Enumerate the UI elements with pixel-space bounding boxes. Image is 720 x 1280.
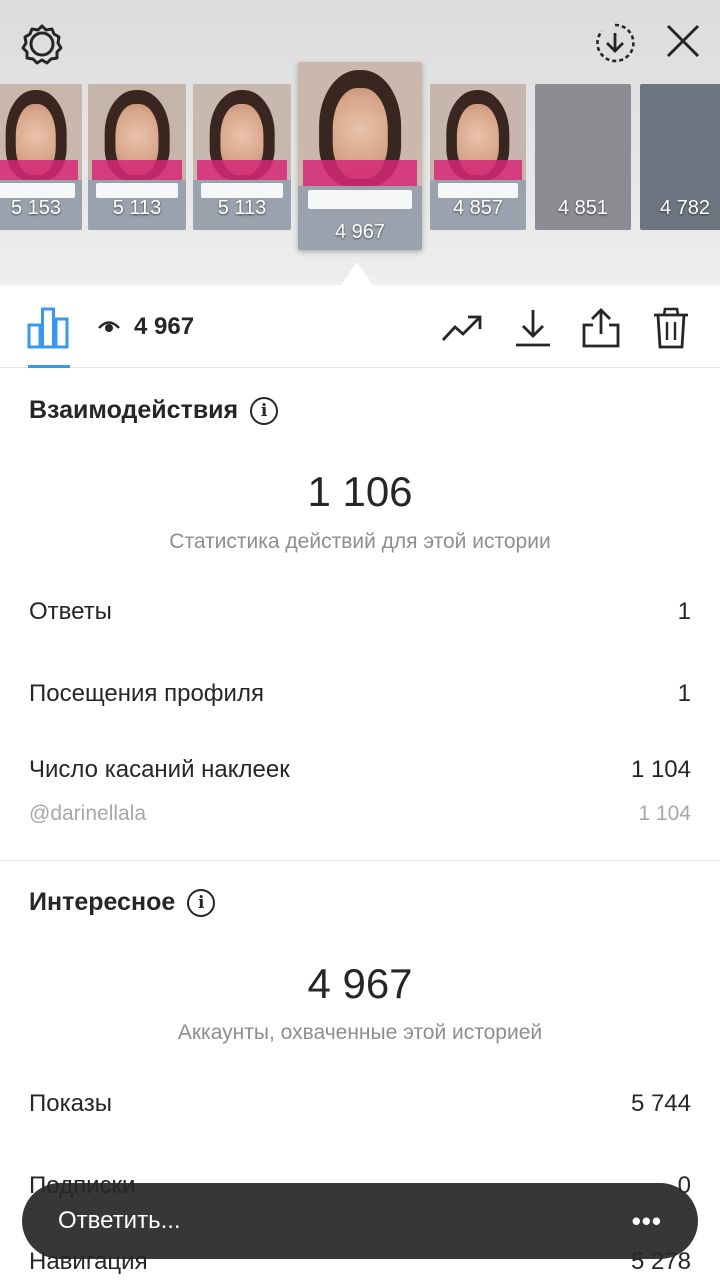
thumbnail-caption-bar	[302, 159, 418, 187]
viewers-count-value: 4 967	[134, 313, 195, 340]
share-button[interactable]	[580, 307, 622, 349]
mention-value: 1 104	[638, 802, 691, 825]
thumbnail-view-count: 4 851	[557, 197, 609, 219]
stat-row-impressions: Показы 5 744	[29, 1090, 691, 1118]
story-thumbnail[interactable]: 4 851	[535, 84, 631, 230]
close-icon	[666, 24, 700, 58]
section-divider	[0, 860, 720, 861]
thumbnail-view-count: 4 967	[334, 221, 386, 243]
reply-bar[interactable]: Ответить... •••	[22, 1183, 698, 1259]
stat-value: 1	[677, 598, 691, 625]
eye-icon	[98, 321, 120, 332]
trending-icon	[441, 315, 482, 341]
story-thumbnail[interactable]: 5 153	[0, 84, 82, 230]
stat-value: 1	[677, 680, 691, 707]
info-icon[interactable]: i	[187, 888, 216, 917]
discovery-total: 4 967	[307, 960, 413, 1007]
discovery-title: Интересное	[29, 888, 176, 916]
download-circle-icon	[596, 23, 635, 63]
interactions-header: Взаимодействия i	[29, 396, 279, 425]
close-button[interactable]	[658, 16, 708, 66]
download-button[interactable]	[512, 307, 554, 349]
story-thumbnails: 5 153 5 113 5 113 4 967 4 857 4 851 4 782	[0, 62, 720, 252]
stat-row-replies: Ответы 1	[29, 598, 691, 626]
thumbnail-view-count: 5 153	[10, 197, 62, 219]
interactions-title: Взаимодействия	[29, 396, 239, 424]
story-thumbnail[interactable]: 4 967	[298, 62, 422, 250]
mention-label: @darinellala	[29, 802, 147, 825]
save-story-button[interactable]	[590, 18, 640, 68]
tab-insights[interactable]	[26, 303, 70, 349]
thumbnail-view-count: 5 113	[112, 197, 162, 219]
stat-row-sticker-taps: Число касаний наклеек 1 104	[29, 756, 691, 784]
download-icon	[516, 310, 550, 347]
settings-icon	[21, 24, 63, 65]
thumbnail-mention-sticker	[437, 183, 519, 198]
thumbnail-mention-sticker	[95, 183, 179, 198]
stat-label: Посещения профиля	[29, 680, 264, 707]
stat-row-profile-visits: Посещения профиля 1	[29, 680, 691, 708]
discovery-subtitle: Аккаунты, охваченные этой историей	[177, 1021, 543, 1044]
info-icon[interactable]: i	[250, 396, 279, 425]
thumbnail-caption-bar	[0, 159, 79, 181]
interactions-subtitle: Статистика действий для этой истории	[169, 530, 551, 553]
more-options-icon[interactable]: •••	[632, 1206, 662, 1237]
thumbnail-view-count: 5 113	[217, 197, 267, 219]
thumbnail-view-count: 4 782	[659, 197, 711, 219]
story-strip-area: 5 153 5 113 5 113 4 967 4 857 4 851 4 782	[0, 0, 720, 285]
thumbnail-caption-bar	[433, 159, 523, 181]
delete-button[interactable]	[650, 307, 692, 349]
insights-toolbar: 4 967	[0, 285, 720, 368]
story-thumbnail[interactable]: 5 113	[88, 84, 186, 230]
thumbnail-mention-sticker	[0, 183, 75, 198]
settings-button[interactable]	[18, 20, 66, 68]
stat-label: Число касаний наклеек	[29, 756, 290, 783]
trash-icon	[654, 307, 688, 349]
bar-chart-icon	[27, 307, 69, 349]
interactions-total: 1 106	[307, 468, 413, 515]
thumbnail-caption-bar	[91, 159, 183, 181]
stat-label: Ответы	[29, 598, 112, 625]
stat-subrow-mention: @darinellala 1 104	[29, 802, 691, 826]
story-thumbnail[interactable]: 5 113	[193, 84, 291, 230]
discovery-header: Интересное i	[29, 888, 216, 917]
stat-value: 5 744	[630, 1090, 691, 1117]
thumbnail-caption-bar	[196, 159, 288, 181]
share-icon	[582, 308, 620, 348]
thumbnail-mention-sticker	[200, 183, 284, 198]
stat-value: 1 104	[630, 756, 691, 783]
selection-pointer	[341, 262, 373, 285]
viewers-count[interactable]: 4 967	[98, 313, 194, 341]
promote-button[interactable]	[441, 307, 483, 349]
tab-active-indicator	[28, 365, 70, 368]
thumbnail-view-count: 4 857	[452, 197, 504, 219]
reply-input[interactable]: Ответить...	[58, 1207, 181, 1235]
thumbnail-mention-sticker	[307, 189, 413, 209]
story-thumbnail[interactable]: 4 857	[430, 84, 526, 230]
story-thumbnail[interactable]: 4 782	[640, 84, 720, 230]
stat-label: Показы	[29, 1090, 112, 1117]
